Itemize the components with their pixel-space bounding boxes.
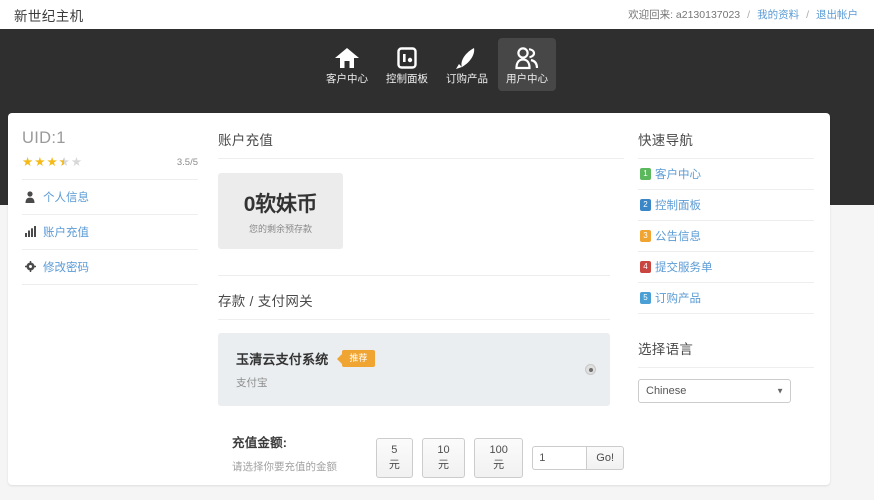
rating-row: ★ ★ ★ ★ ★ 3.5/5 bbox=[22, 156, 198, 179]
sidebar-links: 个人信息 账户充值 bbox=[22, 179, 198, 285]
language-section-title: 选择语言 bbox=[638, 338, 814, 368]
top-bar: 新世纪主机 欢迎回来: a2130137023 / 我的资料 / 退出帐户 bbox=[0, 0, 874, 29]
gateway-radio[interactable] bbox=[585, 364, 596, 375]
quick-nav-number-4: 4 bbox=[640, 261, 651, 273]
star-3: ★ bbox=[46, 156, 57, 169]
sidebar-item-change-password[interactable]: 修改密码 bbox=[22, 250, 198, 285]
quick-nav-label-2: 控制面板 bbox=[655, 197, 701, 213]
quick-nav-label-3: 公告信息 bbox=[655, 228, 701, 244]
star-4-half: ★ bbox=[59, 156, 70, 169]
home-icon bbox=[334, 45, 360, 71]
quick-nav-number-1: 1 bbox=[640, 168, 651, 180]
gear-icon bbox=[24, 261, 36, 272]
go-button[interactable]: Go! bbox=[586, 446, 624, 470]
pen-icon bbox=[454, 45, 480, 71]
balance-card: 0软妹币 您的剩余预存款 bbox=[218, 173, 343, 249]
amount-label: 充值金额: bbox=[232, 432, 376, 451]
nav-item-customer-center[interactable]: 客户中心 bbox=[318, 38, 376, 91]
amount-preset-100[interactable]: 100元 bbox=[474, 438, 523, 478]
recharge-panel: 账户充值 0软妹币 您的剩余预存款 存款 / 支付网关 玉清云支付系统 推荐 支… bbox=[214, 113, 624, 485]
recharge-section-title: 账户充值 bbox=[218, 129, 624, 159]
nav-item-user-center[interactable]: 用户中心 bbox=[498, 38, 556, 91]
right-sidebar: 快速导航 1 客户中心 2 控制面板 3 公告信息 4 提交服务单 5 订购产品… bbox=[624, 113, 830, 485]
quick-nav-item-submit-ticket[interactable]: 4 提交服务单 bbox=[638, 252, 814, 283]
sidebar-item-personal-info[interactable]: 个人信息 bbox=[22, 180, 198, 215]
nav-label-order-products: 订购产品 bbox=[446, 74, 488, 85]
quick-nav-label-1: 客户中心 bbox=[655, 166, 701, 182]
person-icon bbox=[24, 191, 36, 203]
nav-label-user-center: 用户中心 bbox=[506, 74, 548, 85]
star-2: ★ bbox=[34, 156, 45, 169]
gateway-subtitle: 支付宝 bbox=[236, 375, 375, 390]
quick-nav-item-announcements[interactable]: 3 公告信息 bbox=[638, 221, 814, 252]
amount-hint: 请选择你要充值的金额 bbox=[232, 459, 376, 474]
account-sidebar: UID:1 ★ ★ ★ ★ ★ 3.5/5 个人信息 bbox=[8, 113, 214, 485]
amount-controls: 5元 10元 100元 Go! bbox=[376, 438, 624, 478]
quick-nav-label-4: 提交服务单 bbox=[655, 259, 713, 275]
rating-value: 3.5/5 bbox=[177, 157, 198, 168]
quick-nav-item-customer-center[interactable]: 1 客户中心 bbox=[638, 159, 814, 190]
amount-preset-5[interactable]: 5元 bbox=[376, 438, 413, 478]
link-separator-1: / bbox=[747, 9, 750, 21]
amount-section: 充值金额: 请选择你要充值的金额 5元 10元 100元 Go! bbox=[218, 432, 624, 478]
sidebar-label-personal-info: 个人信息 bbox=[43, 189, 89, 205]
gateway-name: 玉清云支付系统 bbox=[236, 349, 328, 368]
bar-chart-icon bbox=[24, 226, 36, 237]
quick-nav-label-5: 订购产品 bbox=[655, 290, 701, 306]
main-navigation: 客户中心 控制面板 订购产品 bbox=[0, 29, 874, 105]
recommended-badge: 推荐 bbox=[342, 350, 375, 367]
amount-label-group: 充值金额: 请选择你要充值的金额 bbox=[232, 432, 376, 474]
quick-nav-item-order-products[interactable]: 5 订购产品 bbox=[638, 283, 814, 314]
uid-label: UID:1 bbox=[22, 129, 198, 148]
account-links: 欢迎回来: a2130137023 / 我的资料 / 退出帐户 bbox=[628, 7, 858, 22]
logout-link[interactable]: 退出帐户 bbox=[816, 7, 858, 22]
gateway-info: 玉清云支付系统 推荐 支付宝 bbox=[236, 349, 375, 390]
profile-link[interactable]: 我的资料 bbox=[757, 7, 799, 22]
site-brand: 新世纪主机 bbox=[14, 5, 84, 25]
quick-nav-title: 快速导航 bbox=[638, 129, 814, 159]
language-select[interactable]: Chinese bbox=[638, 379, 791, 403]
quick-nav-number-5: 5 bbox=[640, 292, 651, 304]
language-select-wrapper: Chinese ▼ bbox=[638, 379, 791, 403]
control-panel-icon bbox=[395, 45, 419, 71]
content-card: UID:1 ★ ★ ★ ★ ★ 3.5/5 个人信息 bbox=[8, 113, 830, 485]
nav-item-order-products[interactable]: 订购产品 bbox=[438, 38, 496, 91]
sidebar-label-account-recharge: 账户充值 bbox=[43, 224, 89, 240]
quick-nav-item-control-panel[interactable]: 2 控制面板 bbox=[638, 190, 814, 221]
sidebar-label-change-password: 修改密码 bbox=[43, 259, 89, 275]
nav-label-control-panel: 控制面板 bbox=[386, 74, 428, 85]
amount-input-group: Go! bbox=[532, 446, 624, 470]
star-1: ★ bbox=[22, 156, 33, 169]
nav-item-control-panel[interactable]: 控制面板 bbox=[378, 38, 436, 91]
users-icon bbox=[514, 45, 540, 71]
payment-gateway-option[interactable]: 玉清云支付系统 推荐 支付宝 bbox=[218, 333, 610, 406]
gateway-section-title: 存款 / 支付网关 bbox=[218, 276, 610, 320]
amount-preset-10[interactable]: 10元 bbox=[422, 438, 465, 478]
amount-input[interactable] bbox=[532, 446, 586, 470]
gateway-name-row: 玉清云支付系统 推荐 bbox=[236, 349, 375, 368]
star-5-empty: ★ bbox=[71, 156, 82, 169]
balance-caption: 您的剩余预存款 bbox=[249, 222, 312, 235]
balance-amount: 0软妹币 bbox=[244, 188, 317, 218]
welcome-text: 欢迎回来: a2130137023 bbox=[628, 7, 740, 22]
quick-nav-number-3: 3 bbox=[640, 230, 651, 242]
sidebar-item-account-recharge[interactable]: 账户充值 bbox=[22, 215, 198, 250]
nav-label-customer-center: 客户中心 bbox=[326, 74, 368, 85]
link-separator-2: / bbox=[806, 9, 809, 21]
quick-nav-number-2: 2 bbox=[640, 199, 651, 211]
star-rating: ★ ★ ★ ★ ★ bbox=[22, 156, 82, 169]
